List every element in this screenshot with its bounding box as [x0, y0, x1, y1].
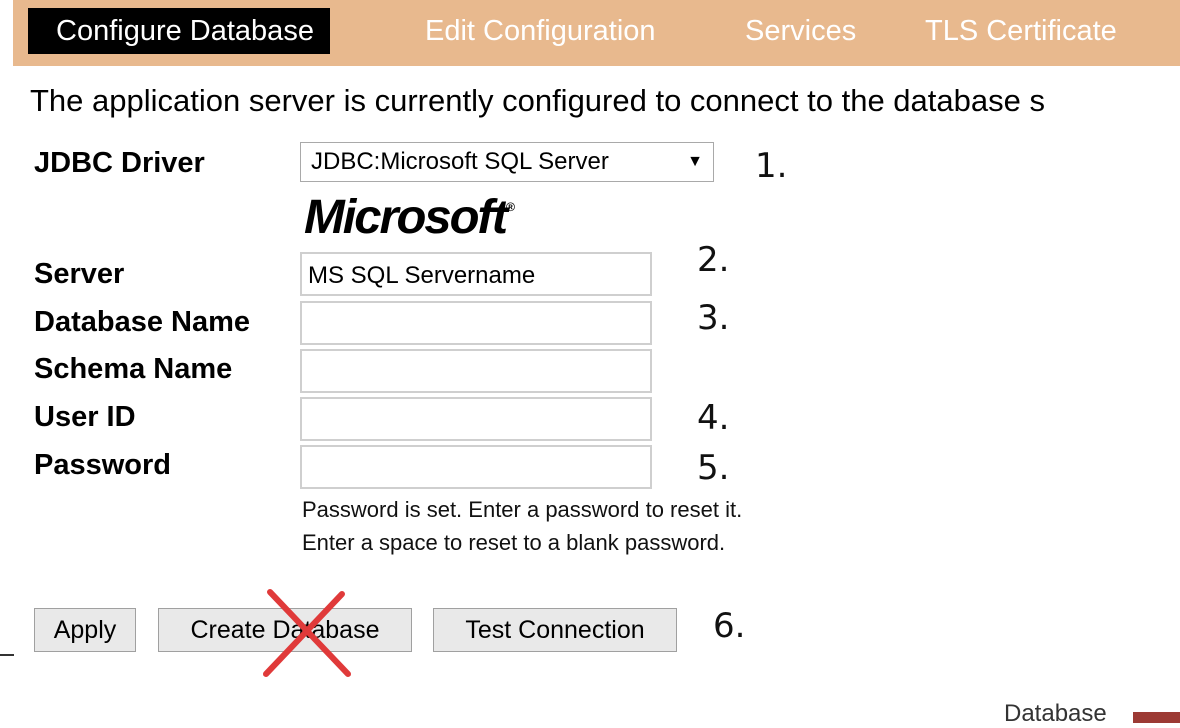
- tab-services[interactable]: Services: [745, 8, 856, 54]
- page-edge-line: [0, 654, 14, 656]
- database-name-input[interactable]: [300, 301, 652, 345]
- footer-text: Database: [1004, 700, 1107, 727]
- schema-name-input[interactable]: [300, 349, 652, 393]
- server-label: Server: [34, 258, 125, 290]
- red-cross-icon: [263, 589, 351, 677]
- user-id-input[interactable]: [300, 397, 652, 441]
- apply-button[interactable]: Apply: [34, 608, 136, 652]
- schema-name-label: Schema Name: [34, 353, 233, 385]
- tab-configure-database[interactable]: Configure Database: [28, 8, 330, 54]
- password-input[interactable]: [300, 445, 652, 489]
- tab-tls-certificate[interactable]: TLS Certificate: [925, 8, 1117, 54]
- microsoft-logo: Microsoft®: [304, 190, 515, 245]
- footer-accent-block: [1133, 712, 1180, 723]
- jdbc-driver-select[interactable]: JDBC:Microsoft SQL Server ▼: [300, 142, 714, 182]
- microsoft-logo-text: Microsoft: [304, 191, 508, 244]
- password-hint-1: Password is set. Enter a password to res…: [302, 497, 743, 522]
- step-2-annotation: 2.: [697, 240, 730, 280]
- step-6-annotation: 6.: [713, 606, 746, 646]
- test-connection-button[interactable]: Test Connection: [433, 608, 677, 652]
- dropdown-arrow-icon: ▼: [687, 153, 703, 170]
- step-4-annotation: 4.: [697, 398, 730, 438]
- database-name-label: Database Name: [34, 306, 250, 338]
- password-label: Password: [34, 449, 171, 481]
- intro-text: The application server is currently conf…: [30, 83, 1045, 118]
- tab-edit-configuration[interactable]: Edit Configuration: [425, 8, 656, 54]
- jdbc-driver-selected-value: JDBC:Microsoft SQL Server: [311, 148, 609, 175]
- step-1-annotation: 1.: [755, 146, 788, 186]
- registered-mark-icon: ®: [505, 200, 515, 214]
- server-input[interactable]: [300, 252, 652, 296]
- user-id-label: User ID: [34, 401, 136, 433]
- jdbc-driver-label: JDBC Driver: [34, 147, 205, 179]
- password-hint-2: Enter a space to reset to a blank passwo…: [302, 530, 726, 555]
- step-3-annotation: 3.: [697, 298, 730, 338]
- step-5-annotation: 5.: [697, 448, 730, 488]
